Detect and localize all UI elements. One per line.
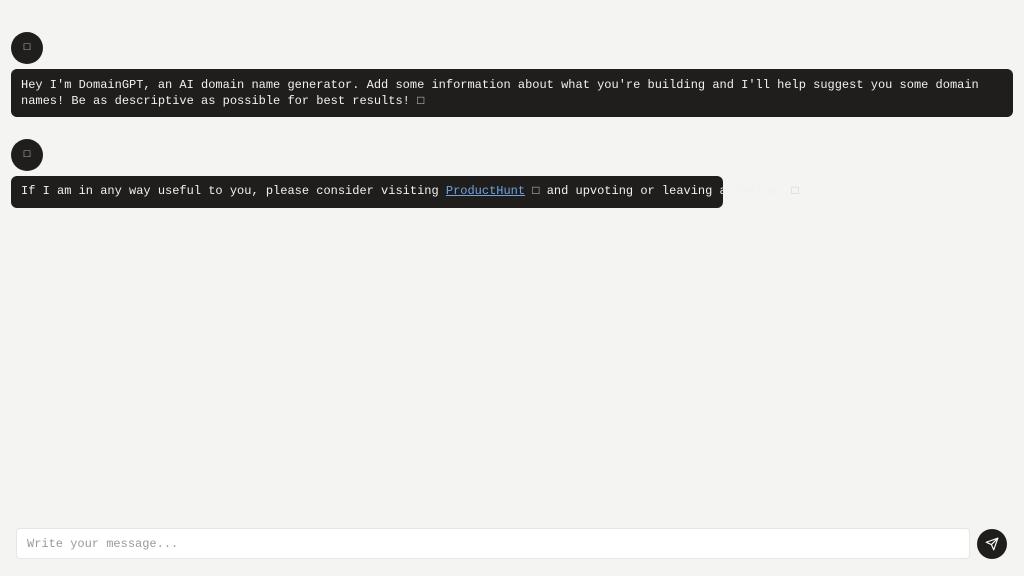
bot-avatar: □	[11, 139, 43, 171]
emoji-icon: □	[417, 94, 425, 108]
chat-page: □ Hey I'm DomainGPT, an AI domain name g…	[0, 0, 1024, 576]
emoji-icon: □	[791, 184, 799, 198]
bot-message-text: Hey I'm DomainGPT, an AI domain name gen…	[21, 78, 979, 108]
paper-plane-icon	[985, 537, 999, 551]
bot-message: If I am in any way useful to you, please…	[11, 176, 799, 208]
bot-message-text: If I am in any way useful to you, please…	[21, 184, 446, 198]
bot-avatar-icon: □	[23, 148, 31, 161]
bot-message-text-continued: and upvoting or leaving a review!	[539, 184, 792, 198]
send-button[interactable]	[977, 529, 1007, 559]
bot-avatar-icon: □	[23, 41, 31, 54]
message-input[interactable]	[16, 528, 970, 559]
producthunt-emoji-icon: □	[532, 184, 540, 198]
bot-message: Hey I'm DomainGPT, an AI domain name gen…	[11, 69, 1013, 117]
bot-avatar: □	[11, 32, 43, 64]
producthunt-link[interactable]: ProductHunt	[446, 184, 525, 198]
